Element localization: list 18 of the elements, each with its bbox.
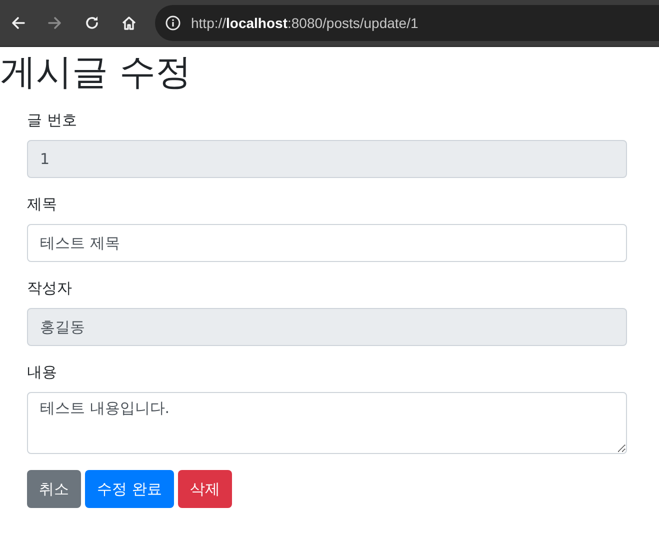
page-title: 게시글 수정 <box>0 51 192 94</box>
field-label: 글 번호 <box>27 110 78 132</box>
info-icon[interactable] <box>165 15 181 31</box>
field-label: 제목 <box>27 194 58 216</box>
form-button[interactable]: 수정 완료 <box>85 470 174 508</box>
input-field[interactable]: 1 <box>27 140 627 178</box>
text-area[interactable]: 테스트 내용입니다. <box>27 392 627 454</box>
address-bar[interactable]: http://localhost:8080/posts/update/1 <box>155 5 659 41</box>
url-text: http://localhost:8080/posts/update/1 <box>191 15 418 31</box>
input-field[interactable]: 홍길동 <box>27 308 627 346</box>
input-field[interactable]: 테스트 제목 <box>27 224 627 262</box>
field-label: 작성자 <box>27 278 73 300</box>
reload-icon[interactable] <box>84 15 100 31</box>
form-button[interactable]: 취소 <box>27 470 81 508</box>
back-arrow-icon[interactable] <box>10 15 26 31</box>
form-button[interactable]: 삭제 <box>178 470 232 508</box>
field-label: 내용 <box>27 362 58 384</box>
home-icon[interactable] <box>121 15 137 31</box>
